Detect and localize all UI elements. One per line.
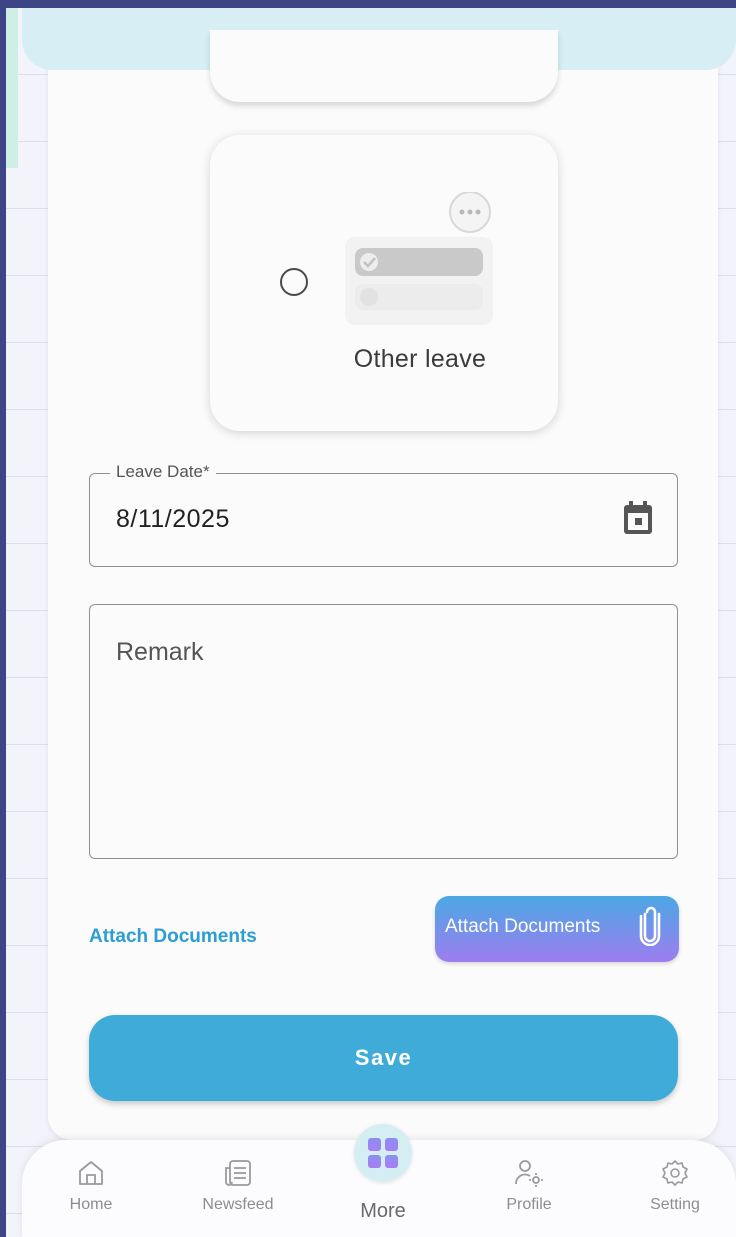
other-leave-radio[interactable] — [280, 268, 308, 296]
save-button[interactable]: Save — [89, 1015, 678, 1101]
nav-item-newsfeed[interactable]: Newsfeed — [192, 1158, 284, 1214]
nav-label-more: More — [360, 1200, 406, 1222]
other-leave-illustration-icon — [345, 192, 493, 325]
paperclip-icon — [639, 906, 661, 946]
calendar-icon[interactable] — [622, 500, 654, 536]
nav-label-newsfeed: Newsfeed — [202, 1196, 274, 1213]
attach-documents-link[interactable]: Attach Documents — [89, 926, 257, 948]
profile-settings-icon — [515, 1160, 543, 1187]
nav-item-profile[interactable]: Profile — [495, 1158, 563, 1214]
save-button-label: Save — [354, 1045, 413, 1070]
nav-item-setting[interactable]: Setting — [640, 1158, 710, 1214]
left-accent-strip — [6, 8, 18, 168]
nav-label-profile: Profile — [506, 1196, 552, 1213]
other-leave-label: Other leave — [353, 345, 487, 373]
nav-item-home[interactable]: Home — [58, 1158, 124, 1214]
leave-option-card-previous[interactable] — [210, 30, 558, 102]
nav-item-more[interactable] — [354, 1124, 412, 1182]
gear-icon — [662, 1160, 688, 1186]
nav-label-home: Home — [69, 1196, 113, 1213]
newsfeed-icon — [225, 1160, 251, 1186]
grid-icon — [368, 1138, 398, 1168]
leave-date-label: Leave Date* — [110, 462, 216, 482]
home-icon — [79, 1161, 103, 1185]
attach-documents-button-label: Attach Documents — [445, 916, 601, 937]
leave-date-value[interactable]: 8/11/2025 — [116, 505, 230, 534]
remark-placeholder: Remark — [116, 638, 204, 666]
attach-documents-button[interactable]: Attach Documents — [435, 896, 679, 962]
nav-label-setting: Setting — [650, 1196, 700, 1213]
